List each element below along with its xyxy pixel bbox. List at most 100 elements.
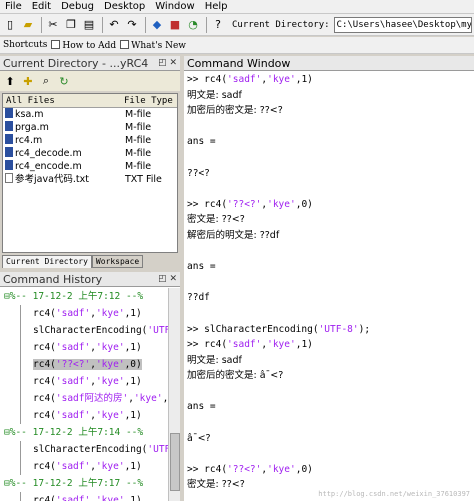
guide-icon[interactable]: ■	[167, 17, 183, 33]
whats-new-shortcut[interactable]: What's New	[120, 39, 186, 51]
tab-current-directory[interactable]: Current Directory	[2, 255, 92, 268]
command-window-line: 解密后的明文是: ??df	[187, 229, 280, 241]
history-command[interactable]: slCharacterEncoding('UTF	[0, 322, 168, 339]
history-command[interactable]: rc4('sadf','kye',1)	[0, 305, 168, 322]
shortcut-icon	[51, 39, 61, 49]
file-row[interactable]: ksa.m M-file	[3, 108, 177, 121]
command-window-pane: Command Window >> rc4('sadf','kye',1) 明文是…	[184, 56, 474, 501]
m-file-icon	[5, 108, 13, 118]
menu-file[interactable]: File	[0, 0, 27, 14]
shortcuts-label: Shortcuts	[3, 40, 48, 50]
command-window-line: >> rc4('??<?','kye',0)	[187, 463, 313, 475]
file-row[interactable]: rc4.m M-file	[3, 134, 177, 147]
current-directory-toolbar: ⬆ ✚ ⌕ ↻	[0, 71, 180, 91]
command-window-line: >> rc4('??<?','kye',0)	[187, 198, 313, 210]
command-window-title: Command Window	[184, 56, 474, 71]
command-window-line	[187, 119, 474, 135]
command-window-line	[187, 275, 474, 291]
history-command[interactable]: rc4('sadf','kye',1)	[0, 458, 168, 475]
command-window-line	[187, 384, 474, 400]
command-window-line: >> rc4('sadf','kye',1)	[187, 74, 313, 85]
new-folder-icon[interactable]: ✚	[20, 73, 36, 89]
find-files-icon[interactable]: ⌕	[38, 73, 54, 89]
command-window-line: ??df	[187, 292, 210, 304]
menu-debug[interactable]: Debug	[56, 0, 99, 14]
file-list: All Files File Type ksa.m M-file prga.m …	[2, 93, 178, 253]
m-file-icon	[5, 134, 13, 144]
toolbar-separator	[206, 16, 207, 33]
open-folder-icon[interactable]: ▰	[20, 17, 36, 33]
how-to-add-shortcut[interactable]: How to Add	[51, 39, 116, 51]
command-window-line: >> slCharacterEncoding('UTF-8');	[187, 323, 371, 335]
m-file-icon	[5, 121, 13, 131]
command-window-line	[187, 446, 474, 462]
file-row[interactable]: 参考java代码.txt TXT File	[3, 173, 177, 186]
menu-desktop[interactable]: Desktop	[99, 0, 150, 14]
history-command[interactable]: rc4('sadf阿达的房','kye',	[0, 390, 168, 407]
command-window-line: â¯<?	[187, 432, 211, 444]
command-window-line: 明文是: sadf	[187, 354, 242, 366]
shortcuts-bar: Shortcuts How to Add What's New	[0, 37, 474, 54]
history-command[interactable]: rc4('sadf','kye',1)	[0, 407, 168, 424]
pane-controls[interactable]: ◰ ✕	[158, 56, 180, 70]
menu-edit[interactable]: Edit	[27, 0, 56, 14]
file-row[interactable]: rc4_decode.m M-file	[3, 147, 177, 160]
current-directory-field[interactable]: C:\Users\hasee\Desktop\myRC4	[333, 16, 472, 33]
history-command[interactable]: rc4('sadf','kye',1)	[0, 339, 168, 356]
history-session-header[interactable]: ⊟%-- 17-12-2 上午7:17 --%	[0, 475, 168, 492]
current-directory-pane: Current Directory - ...yRC4 ◰ ✕ ⬆ ✚ ⌕ ↻ …	[0, 56, 180, 270]
cut-icon[interactable]: ✂	[45, 17, 61, 33]
current-directory-label: Current Directory:	[232, 19, 330, 30]
refresh-icon[interactable]: ↻	[56, 73, 72, 89]
command-window-line	[187, 244, 474, 260]
history-session-header[interactable]: ⊟%-- 17-12-2 上午7:12 --%	[0, 288, 168, 305]
menu-bar: File Edit Debug Desktop Window Help	[0, 0, 474, 14]
text-file-icon	[5, 173, 13, 183]
command-window-line: ??<?	[187, 167, 210, 179]
command-window-line	[187, 181, 474, 197]
command-history-scrollbar[interactable]	[168, 288, 180, 501]
paste-icon[interactable]: ▤	[81, 17, 97, 33]
tab-workspace[interactable]: Workspace	[91, 255, 144, 268]
command-window-line: 加密后的密文是: â¯<?	[187, 370, 284, 382]
command-window-line: ans =	[187, 136, 216, 148]
m-file-icon	[5, 160, 13, 170]
m-file-icon	[5, 147, 13, 157]
help-icon[interactable]: ?	[210, 17, 226, 33]
history-command-selected[interactable]: rc4('??<?','kye',0)	[0, 356, 168, 373]
simulink-icon[interactable]: ◆	[149, 17, 165, 33]
menu-help[interactable]: Help	[200, 0, 233, 14]
pane-controls[interactable]: ◰ ✕	[158, 272, 180, 286]
history-session-header[interactable]: ⊟%-- 17-12-2 上午7:14 --%	[0, 424, 168, 441]
command-window-output[interactable]: >> rc4('sadf','kye',1) 明文是: sadf 加密后的密文是: …	[187, 72, 474, 501]
column-file-type[interactable]: File Type	[121, 94, 173, 107]
new-file-icon[interactable]: ▯	[2, 17, 18, 33]
history-command[interactable]: rc4('sadf','kye',1)	[0, 492, 168, 501]
copy-icon[interactable]: ❐	[63, 17, 79, 33]
column-all-files[interactable]: All Files	[3, 94, 121, 107]
command-history-title-bar: Command History ◰ ✕	[0, 272, 180, 287]
command-window-line	[187, 306, 474, 322]
command-window-line	[187, 415, 474, 431]
file-row[interactable]: prga.m M-file	[3, 121, 177, 134]
scrollbar-thumb[interactable]	[170, 433, 180, 491]
profiler-icon[interactable]: ◔	[185, 17, 201, 33]
redo-icon[interactable]: ↷	[124, 17, 140, 33]
command-history-title: Command History	[3, 273, 103, 286]
current-directory-title-bar: Current Directory - ...yRC4 ◰ ✕	[0, 56, 180, 71]
history-command[interactable]: rc4('sadf','kye',1)	[0, 373, 168, 390]
command-window-line: 密文是: ??<?	[187, 214, 245, 226]
command-window-line	[187, 150, 474, 166]
command-window-line: >> rc4('sadf','kye',1)	[187, 339, 313, 351]
file-row[interactable]: rc4_encode.m M-file	[3, 160, 177, 173]
toolbar-separator	[145, 16, 146, 33]
menu-window[interactable]: Window	[150, 0, 199, 14]
toolbar: ▯ ▰ ✂ ❐ ▤ ↶ ↷ ◆ ■ ◔ ? Current Directory:…	[0, 14, 474, 36]
up-folder-icon[interactable]: ⬆	[2, 73, 18, 89]
undo-icon[interactable]: ↶	[106, 17, 122, 33]
command-window-line: 加密后的密文是: ??<?	[187, 105, 283, 117]
current-directory-title: Current Directory - ...yRC4	[3, 57, 149, 70]
history-command[interactable]: slCharacterEncoding('UTF	[0, 441, 168, 458]
command-window-line: 明文是: sadf	[187, 89, 242, 101]
file-list-header: All Files File Type	[3, 94, 177, 108]
